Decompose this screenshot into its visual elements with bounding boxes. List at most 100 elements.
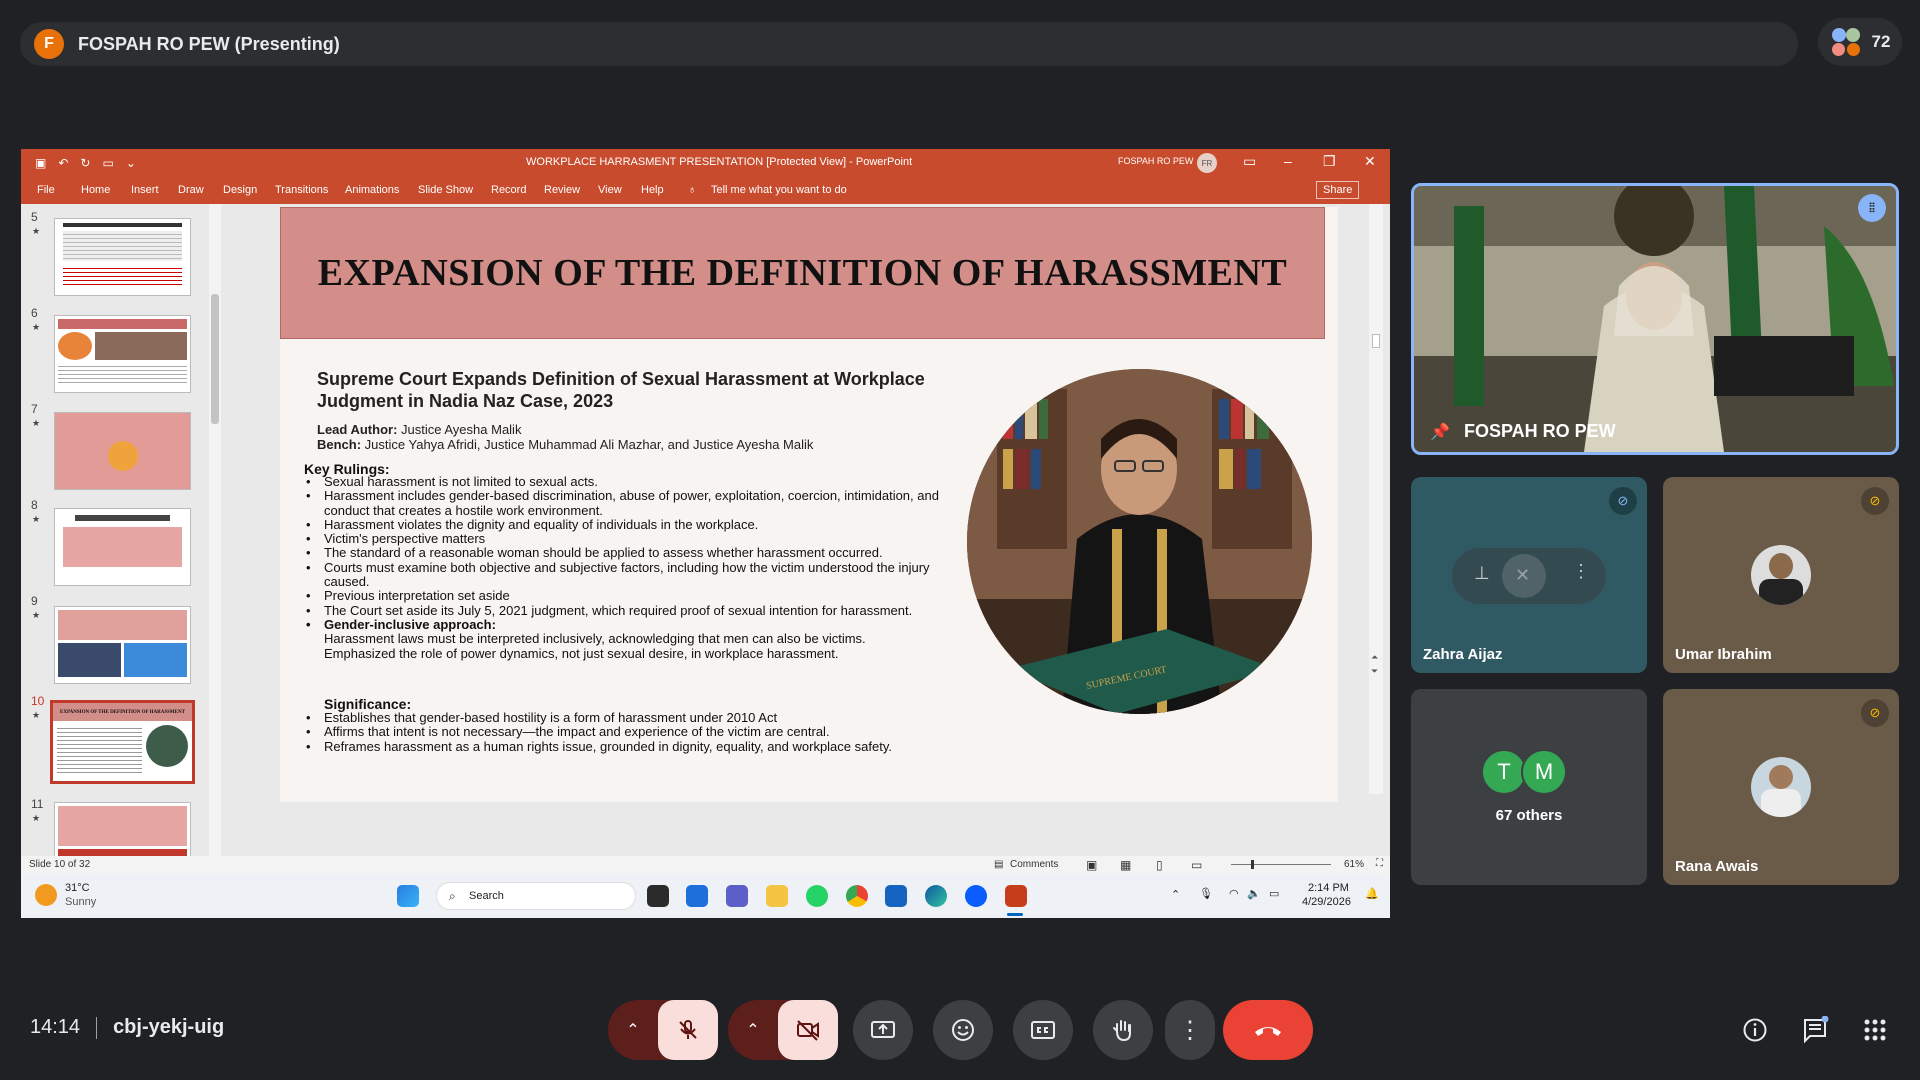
more-options-button[interactable]: ⋮ bbox=[1165, 1000, 1215, 1060]
tab-transitions[interactable]: Transitions bbox=[275, 184, 328, 196]
wifi-icon[interactable]: ◠ bbox=[1229, 887, 1239, 900]
activities-grid-icon[interactable] bbox=[1859, 1014, 1891, 1046]
zoom-slider[interactable] bbox=[1231, 860, 1331, 869]
slide-thumbnail-9[interactable] bbox=[54, 606, 191, 684]
reading-view-icon[interactable]: ▯ bbox=[1156, 858, 1163, 872]
camera-toggle-button[interactable] bbox=[778, 1000, 838, 1060]
meeting-code: cbj-yekj-uig bbox=[113, 1016, 225, 1038]
video-options-chevron-icon[interactable]: ⌃ bbox=[728, 1000, 778, 1060]
tab-file[interactable]: File bbox=[37, 184, 55, 196]
tab-slide-show[interactable]: Slide Show bbox=[418, 184, 473, 196]
ribbon-display-icon[interactable]: ▭ bbox=[1243, 153, 1256, 170]
weather-temperature[interactable]: 31°C bbox=[65, 882, 90, 894]
slide-thumbnail-5[interactable] bbox=[54, 218, 191, 296]
participant-name: Umar Ibrahim bbox=[1675, 646, 1772, 663]
mic-toggle-button[interactable] bbox=[658, 1000, 718, 1060]
more-options-icon: ⋮ bbox=[1178, 1016, 1202, 1044]
fit-to-window-icon[interactable]: ⛶ bbox=[1376, 858, 1383, 869]
start-icon[interactable] bbox=[397, 885, 419, 907]
others-tile[interactable]: T M 67 others bbox=[1411, 689, 1647, 885]
chat-icon[interactable] bbox=[1799, 1014, 1831, 1046]
slide-thumbnail-10[interactable]: EXPANSION OF THE DEFINITION OF HARASSMEN… bbox=[50, 700, 195, 784]
chevron-up-icon[interactable]: ⌃ bbox=[1171, 888, 1180, 901]
ppt-user-name[interactable]: FOSPAH RO PEW bbox=[1118, 156, 1193, 166]
tab-view[interactable]: View bbox=[598, 184, 622, 196]
volume-icon[interactable]: 🔈 bbox=[1247, 887, 1261, 900]
minimize-icon[interactable]: – bbox=[1284, 153, 1292, 169]
task-view-icon[interactable] bbox=[647, 885, 669, 907]
more-options-icon[interactable]: ⋮ bbox=[1572, 561, 1590, 582]
close-icon[interactable]: ✕ bbox=[1364, 153, 1376, 170]
tab-review[interactable]: Review bbox=[544, 184, 580, 196]
slide-thumbnail-7[interactable] bbox=[54, 412, 191, 490]
weather-icon[interactable] bbox=[35, 884, 57, 906]
ppt-share-button[interactable]: Share bbox=[1316, 181, 1360, 199]
next-slide-icon[interactable]: ⏷ bbox=[1371, 666, 1378, 677]
slide-scrollbar[interactable]: ⏶ ⏷ bbox=[1369, 204, 1383, 794]
captions-button[interactable] bbox=[1013, 1000, 1073, 1060]
leave-call-button[interactable] bbox=[1223, 1000, 1313, 1060]
tab-record[interactable]: Record bbox=[491, 184, 526, 196]
tab-help[interactable]: Help bbox=[641, 184, 664, 196]
store-icon[interactable] bbox=[885, 885, 907, 907]
tab-animations[interactable]: Animations bbox=[345, 184, 399, 196]
meeting-details-icon[interactable] bbox=[1739, 1014, 1771, 1046]
participant-tile-rana[interactable]: ⊘ Rana Awais bbox=[1663, 689, 1899, 885]
microphone-icon[interactable]: 🎙 bbox=[1199, 887, 1213, 900]
powerpoint-icon[interactable] bbox=[1005, 885, 1027, 907]
customize-icon[interactable]: ⌄ bbox=[126, 156, 136, 170]
key-ruling-item: Harassment violates the dignity and equa… bbox=[304, 517, 974, 532]
undo-icon[interactable]: ↶ bbox=[58, 156, 68, 170]
redo-icon[interactable]: ↻ bbox=[80, 156, 90, 170]
weather-condition[interactable]: Sunny bbox=[65, 896, 96, 908]
mic-off-icon: ⊘ bbox=[1609, 487, 1637, 515]
audio-options-chevron-icon[interactable]: ⌃ bbox=[608, 1000, 658, 1060]
slideshow-view-icon[interactable]: ▭ bbox=[1191, 858, 1202, 872]
slide-sorter-icon[interactable]: ▦ bbox=[1120, 858, 1131, 872]
present-screen-button[interactable] bbox=[853, 1000, 913, 1060]
slide-thumbnail-11[interactable] bbox=[54, 802, 191, 864]
ppt-status-bar: Slide 10 of 32 ▤ Comments ▣ ▦ ▯ ▭ 61% ⛶ bbox=[21, 856, 1390, 874]
comments-button[interactable]: Comments bbox=[1010, 859, 1058, 870]
key-ruling-item: Gender-inclusive approach: bbox=[304, 617, 974, 632]
participants-button[interactable]: 72 bbox=[1818, 18, 1902, 66]
participant-tile-umar[interactable]: ⊘ Umar Ibrahim bbox=[1663, 477, 1899, 673]
avatar: M bbox=[1521, 749, 1567, 795]
chrome-icon[interactable] bbox=[846, 885, 868, 907]
normal-view-icon[interactable]: ▣ bbox=[1086, 858, 1097, 872]
whatsapp-icon[interactable] bbox=[806, 885, 828, 907]
edge-icon[interactable] bbox=[925, 885, 947, 907]
tab-home[interactable]: Home bbox=[81, 184, 110, 196]
remove-from-view-icon[interactable]: ✕ bbox=[1502, 554, 1546, 598]
restore-icon[interactable]: ❐ bbox=[1323, 153, 1336, 170]
slide-thumbnail-6[interactable] bbox=[54, 315, 191, 393]
comments-icon[interactable]: ▤ bbox=[994, 859, 1003, 870]
clock-date[interactable]: 4/29/2026 bbox=[1302, 896, 1351, 908]
tell-me-search[interactable]: Tell me what you want to do bbox=[711, 184, 847, 196]
present-icon[interactable]: ▭ bbox=[102, 156, 113, 170]
notification-bell-icon[interactable]: 🔔 bbox=[1365, 887, 1379, 900]
tab-insert[interactable]: Insert bbox=[131, 184, 159, 196]
clock-time[interactable]: 2:14 PM bbox=[1308, 882, 1349, 894]
slide-thumbnail-8[interactable] bbox=[54, 508, 191, 586]
thumbnail-scrollbar[interactable] bbox=[209, 204, 221, 871]
bench-value: Justice Yahya Afridi, Justice Muhammad A… bbox=[361, 437, 814, 452]
file-explorer-icon[interactable] bbox=[766, 885, 788, 907]
participant-tile-zahra[interactable]: ⊘ ⊥ ✕ ⋮ Zahra Aijaz bbox=[1411, 477, 1647, 673]
teams-icon[interactable] bbox=[726, 885, 748, 907]
zoom-level[interactable]: 61% bbox=[1344, 859, 1364, 870]
tab-design[interactable]: Design bbox=[223, 184, 257, 196]
taskbar-search[interactable]: ⌕ Search bbox=[436, 882, 636, 910]
tab-draw[interactable]: Draw bbox=[178, 184, 204, 196]
battery-icon[interactable]: ▭ bbox=[1269, 887, 1279, 900]
raise-hand-button[interactable] bbox=[1093, 1000, 1153, 1060]
key-ruling-item: Victim's perspective matters bbox=[304, 531, 974, 546]
save-icon[interactable]: ▣ bbox=[35, 156, 46, 170]
main-speaker-tile[interactable]: ⦙⦙ 📌 FOSPAH RO PEW bbox=[1411, 183, 1899, 455]
reactions-button[interactable] bbox=[933, 1000, 993, 1060]
outlook-icon[interactable] bbox=[686, 885, 708, 907]
ppt-user-avatar[interactable]: FR bbox=[1197, 153, 1217, 173]
zoom-app-icon[interactable] bbox=[965, 885, 987, 907]
prev-slide-icon[interactable]: ⏶ bbox=[1371, 652, 1378, 663]
pin-icon[interactable]: ⊥ bbox=[1474, 563, 1490, 584]
